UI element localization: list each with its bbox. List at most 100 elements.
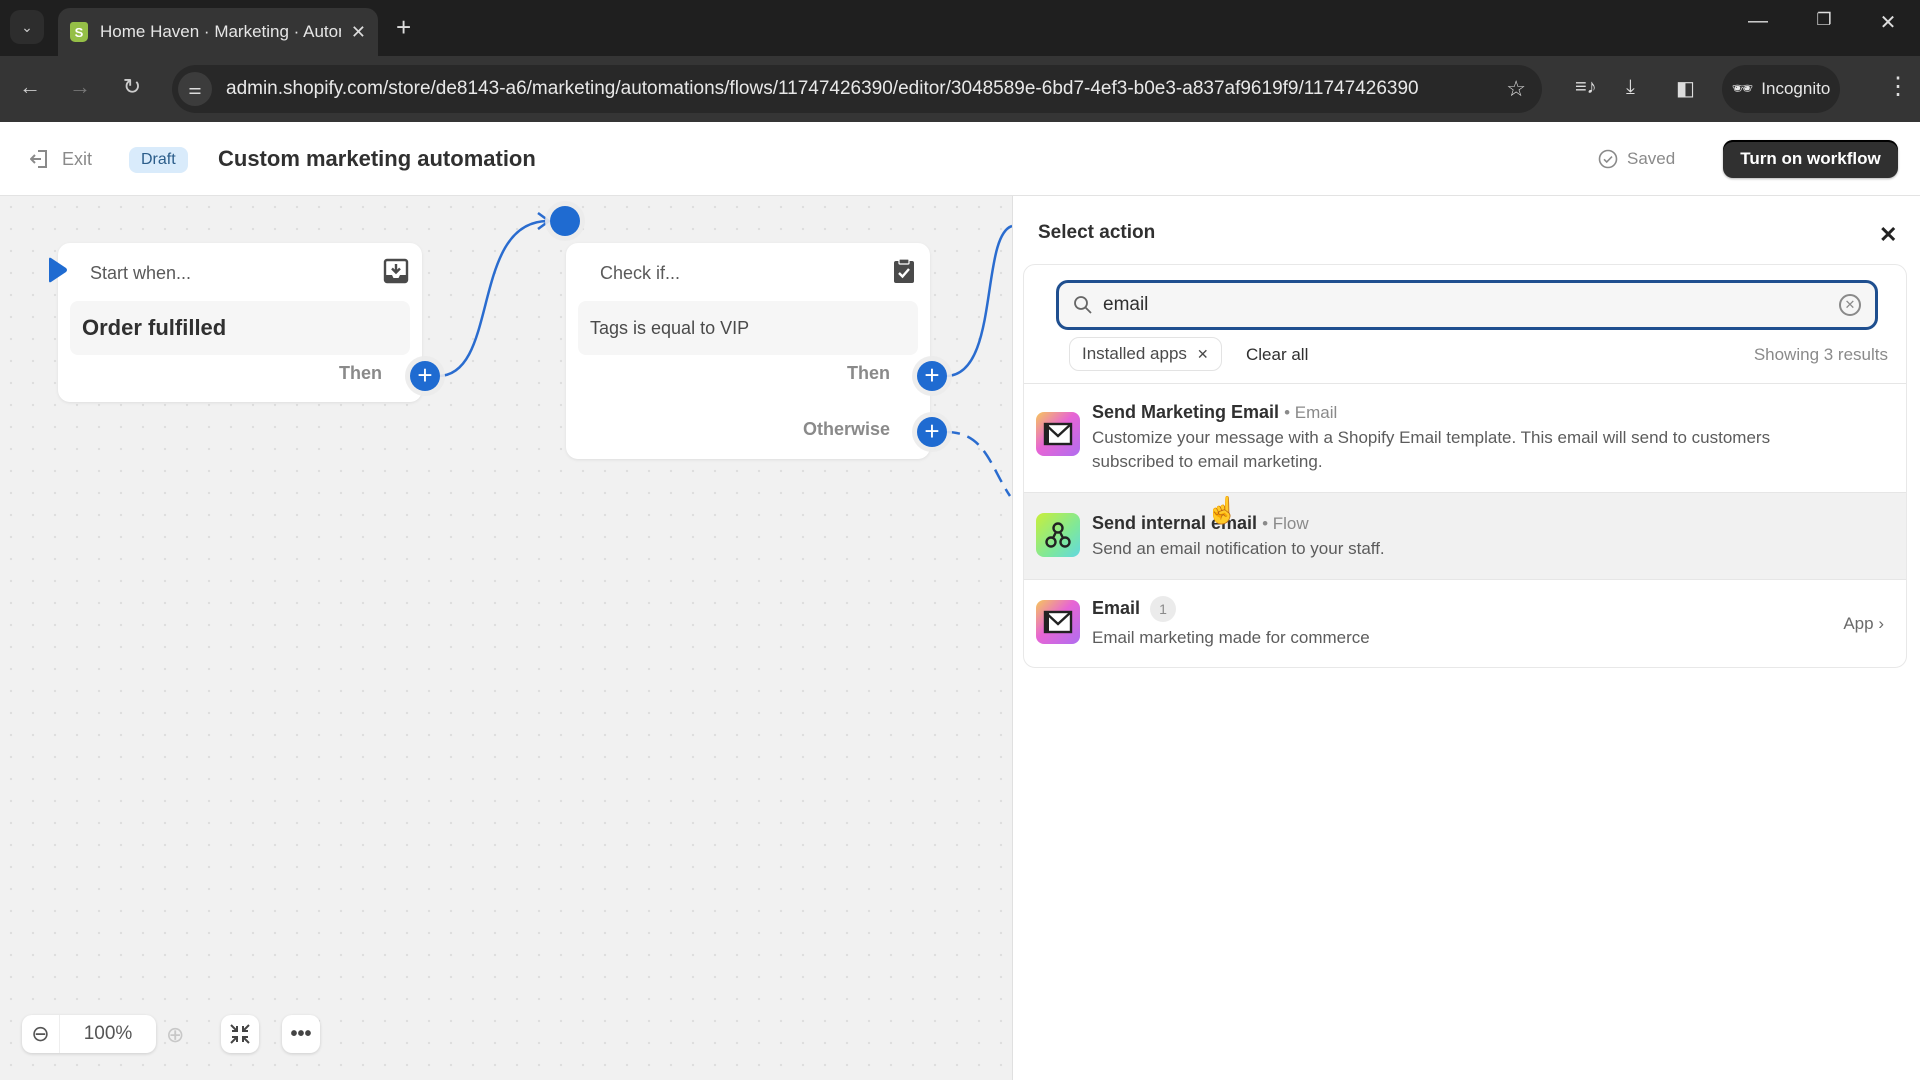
arrow-head-icon bbox=[537, 211, 552, 231]
url-text[interactable]: admin.shopify.com/store/de8143-a6/market… bbox=[226, 78, 1506, 100]
chevron-right-icon: › bbox=[1878, 614, 1884, 633]
shopify-favicon-icon: S bbox=[70, 22, 88, 42]
email-app-icon bbox=[1036, 600, 1080, 644]
back-button[interactable]: ← bbox=[14, 74, 46, 100]
close-panel-button[interactable]: ✕ bbox=[1879, 222, 1897, 248]
plus-circle-icon: ⊕ bbox=[166, 1022, 185, 1047]
app-header: Exit Draft Custom marketing automation S… bbox=[0, 122, 1920, 196]
workflow-canvas[interactable]: Start when... Order fulfilled Then + Che… bbox=[0, 196, 1012, 1080]
trigger-name: Order fulfilled bbox=[82, 315, 227, 340]
clear-all-button[interactable]: Clear all bbox=[1246, 345, 1308, 365]
search-input[interactable] bbox=[1103, 294, 1839, 316]
media-controls-icon[interactable]: ≡♪ bbox=[1575, 76, 1597, 99]
clipboard-check-icon bbox=[894, 258, 914, 283]
search-input-wrapper[interactable]: ✕ bbox=[1056, 280, 1878, 330]
bookmark-star-icon[interactable]: ☆ bbox=[1506, 76, 1526, 102]
tab-search-button[interactable]: ⌄ bbox=[10, 10, 44, 44]
result-title: Send internal email • Flow bbox=[1092, 513, 1309, 533]
incognito-icon: 🕶 bbox=[1731, 79, 1754, 98]
filter-chip-label: Installed apps bbox=[1082, 344, 1187, 363]
trigger-start-icon bbox=[49, 257, 67, 283]
exit-button[interactable]: Exit bbox=[30, 148, 92, 170]
check-circle-icon bbox=[1598, 149, 1618, 169]
status-badge: Draft bbox=[129, 147, 188, 173]
reload-button[interactable]: ↻ bbox=[116, 74, 148, 100]
close-tab-icon[interactable]: ✕ bbox=[351, 22, 366, 43]
result-title: Email 1 bbox=[1092, 596, 1177, 622]
email-app-icon bbox=[1036, 412, 1080, 456]
connector-otherwise bbox=[945, 430, 1012, 497]
browser-tab[interactable]: S Home Haven · Marketing · Automations ✕ bbox=[58, 8, 378, 56]
add-step-then-button[interactable]: + bbox=[410, 361, 440, 391]
close-icon: ✕ bbox=[1879, 222, 1898, 247]
count-badge: 1 bbox=[1150, 596, 1177, 622]
browser-tab-bar: ⌄ S Home Haven · Marketing · Automations… bbox=[0, 0, 1920, 56]
condition-node[interactable]: Check if... Tags is equal to VIP Then Ot… bbox=[566, 243, 930, 459]
tab-title: Home Haven · Marketing · Automations bbox=[100, 22, 341, 41]
result-source: Email bbox=[1294, 403, 1338, 422]
connector-then-2 bbox=[945, 224, 1012, 378]
add-step-otherwise-button[interactable]: + bbox=[917, 417, 947, 447]
list-item[interactable]: Email 1 Email marketing made for commerce… bbox=[1024, 579, 1906, 667]
minimize-button[interactable]: — bbox=[1738, 10, 1778, 33]
more-options-button[interactable]: ••• bbox=[282, 1015, 320, 1053]
chevron-down-icon: ⌄ bbox=[21, 18, 33, 35]
download-tray-icon bbox=[383, 258, 409, 284]
flow-app-icon bbox=[1036, 513, 1080, 557]
browser-menu-icon[interactable]: ⋮ bbox=[1886, 72, 1910, 101]
close-window-button[interactable]: ✕ bbox=[1868, 10, 1908, 35]
download-icon[interactable]: ⤓ bbox=[1626, 76, 1635, 99]
result-title: Send Marketing Email • Email bbox=[1092, 402, 1338, 422]
browser-toolbar: ← → ↻ ⚌ admin.shopify.com/store/de8143-a… bbox=[0, 56, 1920, 122]
trigger-node[interactable]: Start when... Order fulfilled Then bbox=[49, 243, 422, 402]
exit-label: Exit bbox=[62, 148, 93, 169]
minus-circle-icon: ⊖ bbox=[31, 1021, 50, 1046]
node-heading: Check if... bbox=[600, 263, 681, 283]
fit-to-screen-button[interactable] bbox=[221, 1015, 259, 1053]
zoom-in-button[interactable]: ⊕ bbox=[166, 1022, 184, 1048]
filter-chip-installed-apps[interactable]: Installed apps ✕ bbox=[1069, 337, 1222, 371]
result-source: Flow bbox=[1272, 514, 1309, 533]
panel-title: Select action bbox=[1038, 222, 1156, 243]
result-description: Customize your message with a Shopify Em… bbox=[1092, 428, 1771, 471]
ellipsis-icon: ••• bbox=[290, 1022, 312, 1045]
output-label-otherwise: Otherwise bbox=[802, 419, 890, 439]
pointer-cursor-icon: ☝ bbox=[1206, 495, 1239, 525]
exit-icon bbox=[30, 150, 47, 168]
select-action-panel: Select action ✕ Send Marketing Email • E… bbox=[1012, 196, 1920, 1080]
add-step-then-button[interactable]: + bbox=[917, 361, 947, 391]
node-heading: Start when... bbox=[90, 263, 192, 283]
zoom-out-button[interactable]: ⊖ bbox=[22, 1015, 60, 1053]
zoom-level[interactable]: 100% bbox=[60, 1023, 156, 1045]
results-count: Showing 3 results bbox=[1753, 345, 1888, 364]
saved-label: Saved bbox=[1627, 149, 1676, 168]
forward-button[interactable]: → bbox=[64, 74, 96, 100]
incognito-indicator[interactable]: 🕶 Incognito bbox=[1722, 65, 1840, 113]
result-description: Send an email notification to your staff… bbox=[1092, 539, 1385, 558]
zoom-controls: ⊖ 100% bbox=[22, 1015, 156, 1053]
turn-on-workflow-button[interactable]: Turn on workflow bbox=[1723, 140, 1898, 178]
list-item[interactable]: Send Marketing Email • Email Customize y… bbox=[1024, 383, 1906, 492]
page-title: Custom marketing automation bbox=[218, 146, 536, 171]
node-body[interactable]: Order fulfilled bbox=[70, 301, 410, 355]
result-description: Email marketing made for commerce bbox=[1092, 628, 1370, 647]
site-settings-icon[interactable]: ⚌ bbox=[178, 72, 212, 106]
saved-status: Saved bbox=[1598, 149, 1675, 169]
address-bar[interactable]: ⚌ admin.shopify.com/store/de8143-a6/mark… bbox=[172, 65, 1542, 113]
side-panel-icon[interactable]: ◧ bbox=[1676, 76, 1695, 101]
collapse-arrows-icon bbox=[230, 1024, 250, 1044]
output-label-then: Then bbox=[339, 363, 382, 383]
condition-input-dot bbox=[550, 206, 580, 236]
app-link[interactable]: App › bbox=[1843, 614, 1884, 634]
condition-text: Tags is equal to VIP bbox=[590, 317, 750, 338]
new-tab-button[interactable]: + bbox=[396, 12, 411, 43]
clear-search-icon[interactable]: ✕ bbox=[1839, 294, 1861, 316]
remove-filter-icon[interactable]: ✕ bbox=[1197, 346, 1209, 363]
search-icon bbox=[1074, 296, 1092, 314]
output-label-then: Then bbox=[847, 363, 890, 383]
connector-then-1 bbox=[437, 219, 549, 378]
list-item[interactable]: Send internal email • Flow Send an email… bbox=[1024, 492, 1906, 579]
restore-button[interactable]: ❐ bbox=[1804, 10, 1844, 30]
incognito-label: Incognito bbox=[1761, 79, 1831, 98]
node-body[interactable]: Tags is equal to VIP bbox=[578, 301, 918, 355]
